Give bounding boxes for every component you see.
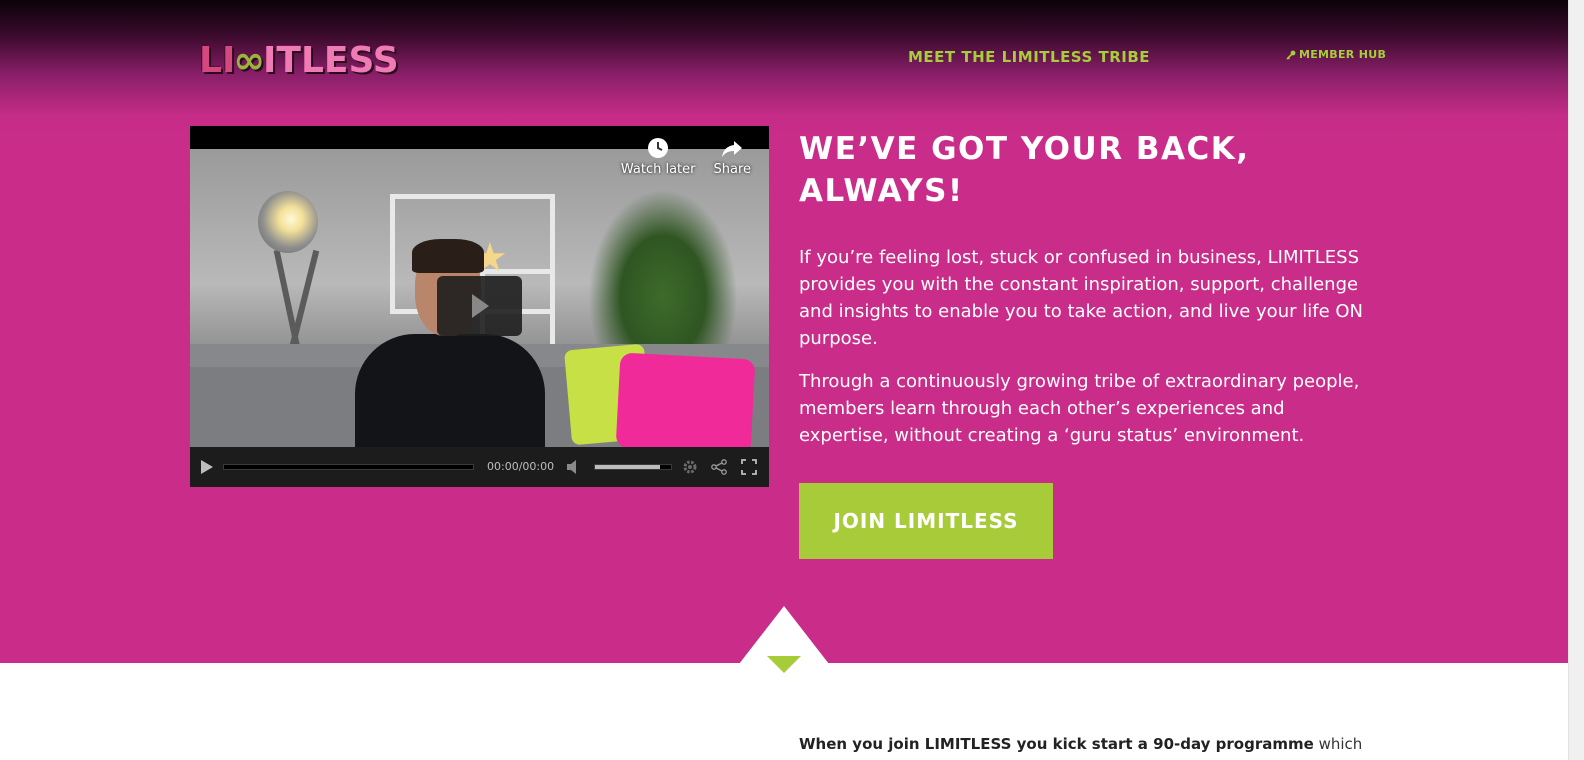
big-play-button[interactable]: [437, 276, 522, 336]
logo-text-li: LI: [199, 39, 236, 81]
share-label: Share: [713, 162, 751, 177]
pink-pillow: [615, 352, 756, 455]
play-icon: [471, 294, 489, 318]
presenter-hair: [412, 239, 484, 273]
key-icon: [1286, 50, 1296, 60]
watch-later-label: Watch later: [620, 162, 696, 177]
chevron-down-icon[interactable]: [767, 656, 801, 673]
plant: [588, 189, 738, 369]
limitless-logo[interactable]: LI ∞ ITLESS: [199, 34, 431, 86]
volume-slider[interactable]: [594, 464, 672, 470]
lamp-leg: [273, 249, 303, 359]
member-hub-label: MEMBER HUB: [1299, 48, 1387, 61]
share-video-button[interactable]: Share: [713, 136, 751, 177]
share-arrow-icon: [722, 141, 743, 157]
intro-text-rest: which: [1313, 735, 1363, 753]
video-player[interactable]: ★ Watch later Share 00:00/00:00: [190, 126, 769, 487]
clock-icon: [648, 138, 669, 158]
presenter-body: [355, 334, 545, 464]
intro-text: When you join LIMITLESS you kick start a…: [799, 734, 1363, 754]
hero-paragraph-2: Through a continuously growing tribe of …: [799, 371, 1360, 446]
video-progress-bar[interactable]: [223, 464, 474, 470]
video-control-bar: 00:00/00:00: [190, 447, 769, 487]
nav-meet-tribe-link[interactable]: MEET THE LIMITLESS TRIBE: [908, 48, 1150, 66]
page-scrollbar[interactable]: [1568, 0, 1584, 760]
intro-text-bold: When you join LIMITLESS you kick start a…: [799, 735, 1314, 753]
join-limitless-button[interactable]: JOIN LIMITLESS: [799, 483, 1053, 559]
lamp-leg: [286, 249, 320, 359]
gear-icon[interactable]: [682, 459, 698, 475]
logo-text-itless: ITLESS: [263, 39, 399, 81]
watch-later-button[interactable]: Watch later: [620, 136, 696, 177]
share-icon[interactable]: [711, 459, 727, 475]
volume-icon[interactable]: [566, 460, 582, 474]
video-top-controls: Watch later Share: [621, 136, 751, 177]
hero-headline: WE’VE GOT YOUR BACK, ALWAYS!: [799, 131, 1250, 209]
fullscreen-icon[interactable]: [741, 459, 757, 475]
nav-member-hub-link[interactable]: MEMBER HUB: [1286, 48, 1386, 61]
play-control-icon[interactable]: [200, 459, 214, 475]
hero-paragraph-1: If you’re feeling lost, stuck or confuse…: [799, 247, 1363, 349]
infinity-icon: ∞: [233, 38, 265, 82]
video-time: 00:00/00:00: [487, 460, 555, 473]
volume-fill: [595, 465, 660, 469]
lamp: [258, 191, 318, 253]
